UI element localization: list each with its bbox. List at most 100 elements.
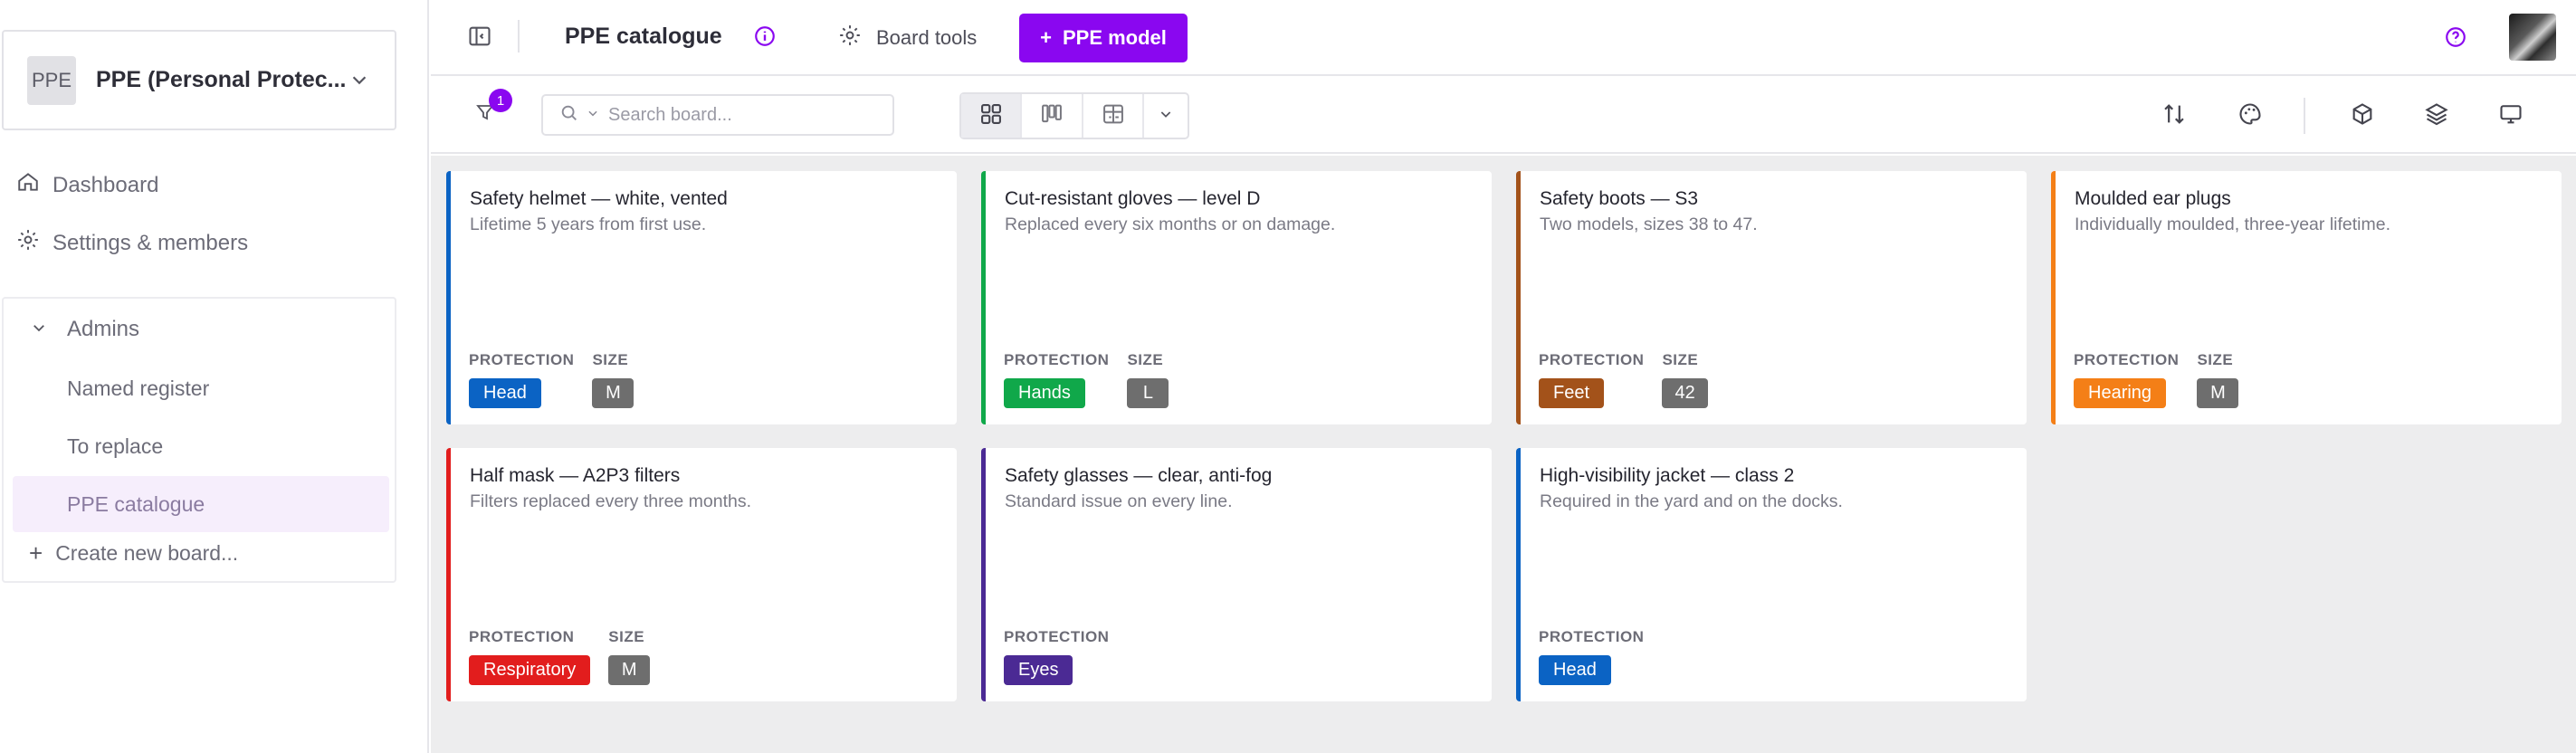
board-tools-button[interactable]: Board tools bbox=[838, 24, 977, 52]
card-title: Moulded ear plugs bbox=[2075, 188, 2231, 209]
item-card[interactable]: Safety glasses — clear, anti-fog Standard… bbox=[981, 448, 1492, 701]
card-title: Safety boots — S3 bbox=[1540, 188, 1699, 209]
workspace-switcher[interactable]: PPE PPE (Personal Protec... bbox=[2, 30, 396, 130]
more-views-button[interactable] bbox=[1144, 94, 1188, 138]
sidebar-board-named-register[interactable]: Named register bbox=[13, 360, 389, 416]
divider bbox=[518, 20, 520, 52]
item-card[interactable]: High-visibility jacket — class 2 Required… bbox=[1516, 448, 2027, 701]
board-tools-label: Board tools bbox=[876, 26, 978, 49]
field-label: SIZE bbox=[592, 351, 629, 368]
protection-field: PROTECTION Hands bbox=[1004, 351, 1109, 408]
sidebar-board-to-replace[interactable]: To replace bbox=[13, 418, 389, 474]
board-group: Admins Named register To replace PPE cat… bbox=[2, 297, 396, 583]
group-toggle[interactable]: Admins bbox=[31, 317, 139, 342]
table-view-button[interactable] bbox=[1083, 94, 1145, 138]
chevron-down-icon bbox=[1159, 107, 1173, 126]
table-icon bbox=[1101, 101, 1126, 131]
create-board-label: Create new board... bbox=[55, 541, 239, 565]
protection-field: PROTECTION Respiratory bbox=[469, 628, 591, 685]
kanban-icon bbox=[1039, 101, 1064, 131]
card-fields: PROTECTION Respiratory SIZE M bbox=[469, 628, 668, 685]
sidebar-board-ppe-catalogue[interactable]: PPE catalogue bbox=[13, 476, 389, 532]
create-board-button[interactable]: + Create new board... bbox=[29, 539, 238, 567]
info-icon[interactable] bbox=[753, 24, 777, 52]
card-description: Two models, sizes 38 to 47. bbox=[1540, 214, 1758, 234]
card-fields: PROTECTION Eyes bbox=[1004, 628, 1127, 685]
card-title: Cut-resistant gloves — level D bbox=[1005, 188, 1261, 209]
protection-field: PROTECTION Feet bbox=[1539, 351, 1644, 408]
gear-icon bbox=[16, 228, 56, 258]
size-field: SIZE M bbox=[592, 351, 634, 408]
sidebar-item-label: Settings & members bbox=[52, 230, 249, 255]
card-fields: PROTECTION Feet SIZE 42 bbox=[1539, 351, 1726, 408]
sidebar-item-label: Dashboard bbox=[52, 172, 159, 197]
card-fields: PROTECTION Hearing SIZE M bbox=[2074, 351, 2256, 408]
sort-icon[interactable] bbox=[2161, 101, 2187, 131]
card-title: High-visibility jacket — class 2 bbox=[1540, 465, 1795, 486]
top-bar: PPE catalogue Board tools + PPE model bbox=[431, 0, 2576, 76]
protection-field: PROTECTION Hearing bbox=[2074, 351, 2179, 408]
size-field: SIZE M bbox=[2197, 351, 2239, 408]
protection-tag: Hands bbox=[1004, 378, 1085, 408]
field-label: PROTECTION bbox=[469, 628, 575, 645]
field-label: SIZE bbox=[608, 628, 645, 645]
card-fields: PROTECTION Hands SIZE L bbox=[1004, 351, 1187, 408]
size-tag: M bbox=[2197, 378, 2239, 408]
item-card[interactable]: Moulded ear plugs Individually moulded, t… bbox=[2051, 171, 2562, 424]
collapse-sidebar-icon[interactable] bbox=[467, 24, 492, 53]
size-tag: M bbox=[592, 378, 634, 408]
gallery-view-button[interactable] bbox=[961, 94, 1023, 138]
field-label: PROTECTION bbox=[1539, 351, 1645, 368]
card-title: Half mask — A2P3 filters bbox=[470, 465, 681, 486]
chevron-down-icon[interactable] bbox=[587, 107, 599, 124]
sidebar-item-settings[interactable]: Settings & members bbox=[16, 228, 248, 258]
card-title: Safety glasses — clear, anti-fog bbox=[1005, 465, 1273, 486]
protection-field: PROTECTION Eyes bbox=[1004, 628, 1109, 685]
add-ppe-model-button[interactable]: + PPE model bbox=[1019, 14, 1188, 62]
field-label: SIZE bbox=[2197, 351, 2234, 368]
item-card[interactable]: Safety helmet — white, vented Lifetime 5 … bbox=[446, 171, 957, 424]
layers-icon[interactable] bbox=[2424, 101, 2449, 131]
sidebar: PPE PPE (Personal Protec... Dashboard Se… bbox=[0, 0, 429, 753]
card-title: Safety helmet — white, vented bbox=[470, 188, 728, 209]
field-label: PROTECTION bbox=[1004, 351, 1110, 368]
help-icon[interactable] bbox=[2444, 25, 2467, 53]
card-description: Individually moulded, three-year lifetim… bbox=[2075, 214, 2391, 234]
chevron-down-icon bbox=[31, 317, 67, 342]
avatar[interactable] bbox=[2509, 14, 2556, 61]
search-input[interactable] bbox=[608, 104, 880, 126]
field-label: SIZE bbox=[1127, 351, 1164, 368]
cube-icon[interactable] bbox=[2350, 101, 2375, 131]
field-label: PROTECTION bbox=[1539, 628, 1645, 645]
size-field: SIZE L bbox=[1127, 351, 1169, 408]
size-field: SIZE 42 bbox=[1662, 351, 1708, 408]
field-label: PROTECTION bbox=[1004, 628, 1110, 645]
item-card[interactable]: Half mask — A2P3 filters Filters replaced… bbox=[446, 448, 957, 701]
view-switcher bbox=[959, 92, 1189, 139]
grid-icon bbox=[978, 101, 1004, 131]
size-field: SIZE M bbox=[608, 628, 651, 685]
page-title: PPE catalogue bbox=[565, 24, 722, 49]
field-label: SIZE bbox=[1662, 351, 1699, 368]
sidebar-item-dashboard[interactable]: Dashboard bbox=[16, 170, 158, 200]
add-ppe-model-label: PPE model bbox=[1062, 26, 1167, 49]
card-description: Required in the yard and on the docks. bbox=[1540, 491, 1843, 511]
workspace-badge: PPE bbox=[27, 55, 76, 105]
card-fields: PROTECTION Head bbox=[1539, 628, 1662, 685]
protection-field: PROTECTION Head bbox=[469, 351, 574, 408]
field-label: PROTECTION bbox=[2074, 351, 2180, 368]
kanban-view-button[interactable] bbox=[1022, 94, 1083, 138]
board-canvas: Safety helmet — white, vented Lifetime 5 … bbox=[431, 156, 2576, 753]
protection-tag: Head bbox=[1539, 655, 1611, 685]
monitor-icon[interactable] bbox=[2498, 101, 2524, 131]
divider bbox=[2304, 98, 2305, 134]
protection-tag: Hearing bbox=[2074, 378, 2167, 408]
board-toolbar: 1 bbox=[431, 78, 2576, 154]
search-field[interactable] bbox=[541, 94, 894, 136]
field-label: PROTECTION bbox=[469, 351, 575, 368]
palette-icon[interactable] bbox=[2237, 101, 2263, 131]
protection-tag: Feet bbox=[1539, 378, 1605, 408]
chevron-down-icon[interactable] bbox=[349, 70, 369, 94]
item-card[interactable]: Safety boots — S3 Two models, sizes 38 to… bbox=[1516, 171, 2027, 424]
item-card[interactable]: Cut-resistant gloves — level D Replaced e… bbox=[981, 171, 1492, 424]
